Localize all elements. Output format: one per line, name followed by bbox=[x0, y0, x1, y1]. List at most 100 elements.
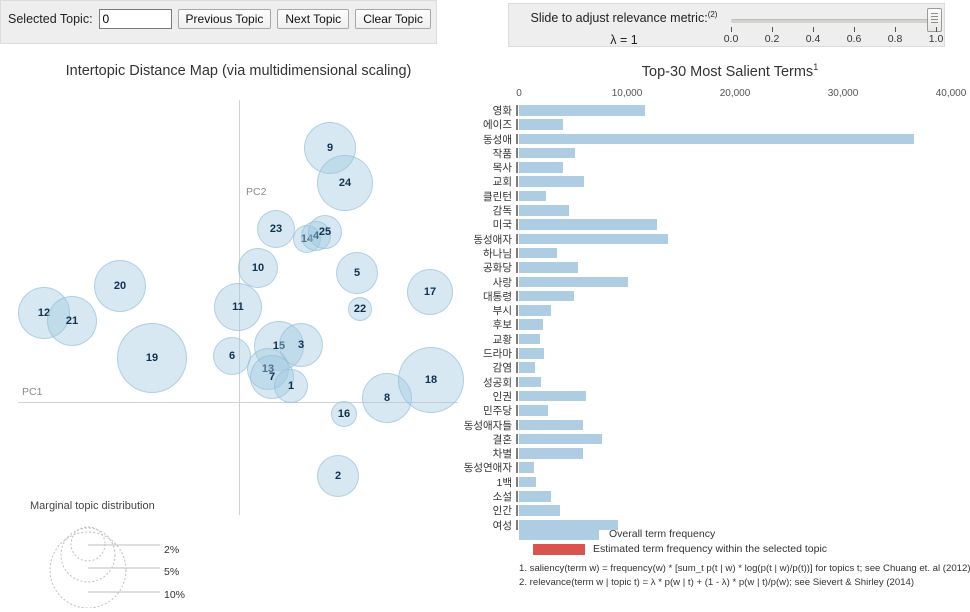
estimated-frequency-swatch bbox=[533, 544, 585, 555]
bar-row-tick bbox=[516, 462, 518, 473]
slider-tick-mark bbox=[894, 27, 896, 32]
term-frequency-bar[interactable] bbox=[519, 348, 544, 359]
bar-row[interactable]: 영화 bbox=[0, 104, 970, 118]
term-label: 동성애 bbox=[483, 133, 512, 146]
term-frequency-bar[interactable] bbox=[519, 448, 583, 459]
bar-row[interactable]: 인간 bbox=[0, 504, 970, 518]
footnote-saliency: 1. saliency(term w) = frequency(w) * [su… bbox=[519, 563, 970, 574]
bar-row[interactable]: 동성애 bbox=[0, 133, 970, 147]
term-frequency-bar[interactable] bbox=[519, 405, 549, 416]
bar-row-tick bbox=[516, 505, 518, 516]
term-label: 영화 bbox=[492, 105, 512, 117]
term-label: 사랑 bbox=[492, 276, 512, 289]
lambda-value: λ = 1 bbox=[610, 33, 638, 48]
term-frequency-bar[interactable] bbox=[519, 119, 564, 130]
term-frequency-bar[interactable] bbox=[519, 333, 540, 345]
term-label: 1백 bbox=[496, 476, 513, 489]
x-axis-tick-10000: 10,000 bbox=[612, 88, 658, 99]
term-frequency-bar[interactable] bbox=[519, 319, 543, 330]
term-frequency-bar[interactable] bbox=[519, 147, 576, 159]
bar-row[interactable]: 동성연애자 bbox=[0, 461, 970, 475]
bar-row[interactable]: 클린턴 bbox=[0, 190, 970, 204]
term-frequency-bar[interactable] bbox=[519, 505, 561, 516]
previous-topic-button[interactable]: Previous Topic bbox=[177, 9, 272, 29]
bar-row-tick bbox=[516, 205, 518, 216]
term-frequency-bar[interactable] bbox=[519, 276, 629, 288]
slider-tick-0.2: 0.2 bbox=[760, 27, 784, 45]
term-frequency-bar[interactable] bbox=[519, 433, 603, 445]
term-label: 소설 bbox=[492, 491, 512, 504]
bar-row[interactable]: 인권 bbox=[0, 390, 970, 404]
bar-row[interactable]: 작품 bbox=[0, 147, 970, 161]
bar-row[interactable]: 동성애자 bbox=[0, 233, 970, 247]
legend-row-estimated: Estimated term frequency within the sele… bbox=[519, 543, 959, 558]
term-frequency-bar[interactable] bbox=[519, 190, 546, 202]
selected-topic-input[interactable] bbox=[98, 9, 172, 29]
bar-row-tick bbox=[516, 476, 518, 488]
bar-row[interactable]: 1백 bbox=[0, 476, 970, 490]
bar-row[interactable]: 사랑 bbox=[0, 276, 970, 290]
term-frequency-bar[interactable] bbox=[519, 305, 552, 316]
bar-row[interactable]: 미국 bbox=[0, 218, 970, 232]
bar-row[interactable]: 드라마 bbox=[0, 347, 970, 361]
term-label: 결혼 bbox=[492, 433, 512, 446]
term-frequency-bar[interactable] bbox=[519, 247, 557, 259]
bar-row-tick bbox=[516, 376, 518, 388]
bar-row-tick bbox=[516, 276, 518, 288]
bar-row[interactable]: 교회 bbox=[0, 175, 970, 189]
term-frequency-bar[interactable] bbox=[519, 476, 537, 488]
bar-row[interactable]: 성공회 bbox=[0, 376, 970, 390]
bar-row[interactable]: 민주당 bbox=[0, 404, 970, 418]
term-frequency-bar[interactable] bbox=[519, 205, 569, 216]
salient-terms-title: Top-30 Most Salient Terms1 bbox=[500, 62, 960, 80]
term-frequency-bar[interactable] bbox=[519, 390, 586, 402]
slider-tick-0.6: 0.6 bbox=[842, 27, 866, 45]
bar-row[interactable]: 부시 bbox=[0, 304, 970, 318]
slider-tick-mark bbox=[730, 27, 732, 32]
term-frequency-bar[interactable] bbox=[519, 462, 535, 473]
term-frequency-bar[interactable] bbox=[519, 290, 575, 302]
bar-row[interactable]: 목사 bbox=[0, 161, 970, 175]
bar-row-tick bbox=[516, 333, 518, 345]
term-frequency-bar[interactable] bbox=[519, 176, 584, 187]
bar-row[interactable]: 후보 bbox=[0, 318, 970, 332]
term-frequency-bar[interactable] bbox=[519, 233, 669, 245]
slider-track[interactable] bbox=[731, 19, 936, 23]
term-label: 동성애자들 bbox=[463, 419, 512, 432]
term-frequency-bar[interactable] bbox=[519, 162, 564, 173]
bar-row[interactable]: 감독 bbox=[0, 204, 970, 218]
term-label: 차별 bbox=[492, 448, 512, 461]
bar-row[interactable]: 공화당 bbox=[0, 261, 970, 275]
bar-row-tick bbox=[516, 133, 518, 145]
bar-row[interactable]: 차별 bbox=[0, 447, 970, 461]
term-frequency-bar[interactable] bbox=[519, 262, 579, 273]
slider-tick-mark bbox=[935, 27, 937, 32]
term-frequency-bar[interactable] bbox=[519, 219, 658, 230]
bar-row[interactable]: 하나님 bbox=[0, 247, 970, 261]
bar-row[interactable]: 감염 bbox=[0, 361, 970, 375]
slider-tick-label: 0.8 bbox=[887, 33, 903, 45]
x-axis-tick-30000: 30,000 bbox=[828, 88, 874, 99]
term-label: 교회 bbox=[492, 176, 512, 189]
slider-tick-mark bbox=[812, 27, 814, 32]
term-frequency-bar[interactable] bbox=[519, 419, 583, 431]
bar-row[interactable]: 에이즈 bbox=[0, 118, 970, 132]
term-frequency-bar[interactable] bbox=[519, 105, 646, 116]
relevance-slider-footnote-marker: (2) bbox=[707, 10, 718, 19]
bar-row[interactable]: 소설 bbox=[0, 490, 970, 504]
bar-row[interactable]: 동성애자들 bbox=[0, 419, 970, 433]
slider-tick-mark bbox=[771, 27, 773, 32]
bar-row-tick bbox=[516, 390, 518, 402]
term-frequency-bar[interactable] bbox=[519, 491, 552, 502]
relevance-slider[interactable] bbox=[731, 8, 942, 32]
next-topic-button[interactable]: Next Topic bbox=[277, 9, 350, 29]
bar-row[interactable]: 대통령 bbox=[0, 290, 970, 304]
slider-tick-label: 0.0 bbox=[723, 33, 739, 45]
bar-row[interactable]: 교황 bbox=[0, 333, 970, 347]
term-frequency-bar[interactable] bbox=[519, 376, 541, 388]
term-frequency-bar[interactable] bbox=[519, 133, 915, 145]
clear-topic-button[interactable]: Clear Topic bbox=[355, 9, 431, 29]
term-label: 클린턴 bbox=[483, 190, 512, 203]
term-frequency-bar[interactable] bbox=[519, 362, 536, 373]
bar-row[interactable]: 결혼 bbox=[0, 433, 970, 447]
